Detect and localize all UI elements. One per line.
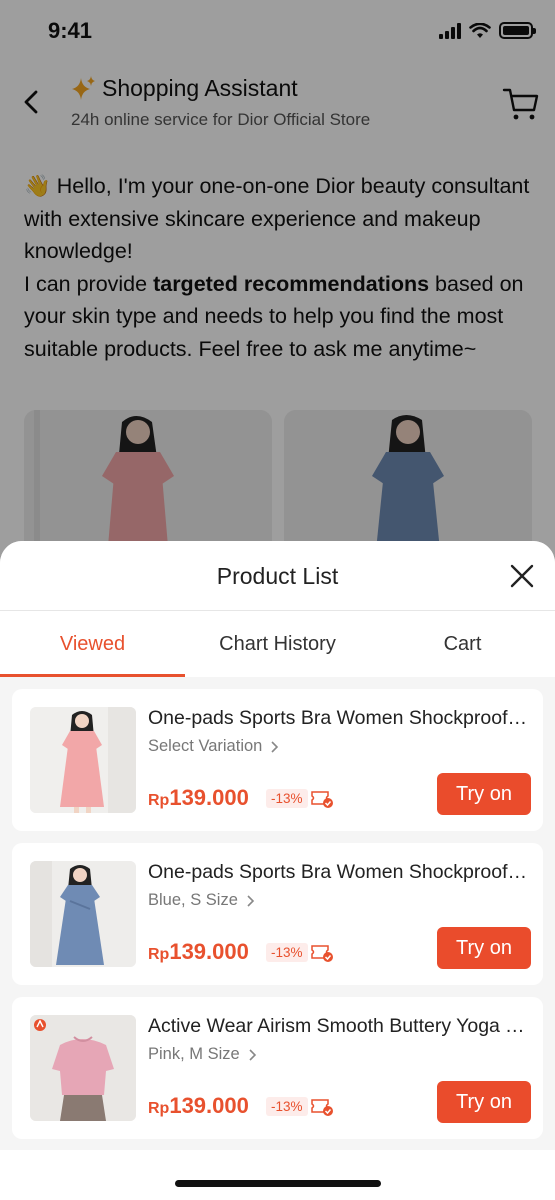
product-list: One-pads Sports Bra Women Shockproof Run… (0, 677, 555, 1139)
price-value: 139.000 (169, 1093, 249, 1118)
product-title[interactable]: One-pads Sports Bra Women Shockproof Run… (148, 707, 528, 730)
product-thumbnail[interactable] (30, 861, 136, 967)
product-title[interactable]: Active Wear Airism Smooth Buttery Yoga T… (148, 1015, 528, 1038)
tab-viewed[interactable]: Viewed (0, 611, 185, 677)
product-title[interactable]: One-pads Sports Bra Women Shockproof Run… (148, 861, 528, 884)
sheet-footer (0, 1150, 555, 1200)
try-on-button[interactable]: Try on (437, 1081, 531, 1123)
chevron-right-icon (249, 1048, 256, 1061)
tab-bar: Viewed Chart History Cart (0, 611, 555, 677)
product-thumbnail[interactable] (30, 1015, 136, 1121)
price-value: 139.000 (169, 785, 249, 810)
price-value: 139.000 (169, 939, 249, 964)
price-currency: Rp (148, 1100, 170, 1117)
product-card[interactable]: One-pads Sports Bra Women Shockproof Run… (12, 843, 543, 985)
variant-selector[interactable]: Pink, M Size (148, 1045, 257, 1064)
product-list-sheet: Product List Viewed Chart History Cart O… (0, 541, 555, 1200)
try-on-button[interactable]: Try on (437, 927, 531, 969)
variant-label: Blue, S Size (148, 891, 238, 909)
price-currency: Rp (148, 792, 170, 809)
product-card[interactable]: One-pads Sports Bra Women Shockproof Run… (12, 689, 543, 831)
product-card[interactable]: Active Wear Airism Smooth Buttery Yoga T… (12, 997, 543, 1139)
discount-badge: -13% (266, 1097, 308, 1116)
chevron-right-icon (247, 894, 255, 907)
sheet-header: Product List (0, 541, 555, 611)
home-indicator[interactable] (175, 1180, 381, 1187)
coupon-icon (311, 945, 333, 962)
price: Rp 139.000 (148, 785, 249, 811)
coupon-icon (311, 791, 333, 808)
variant-selector[interactable]: Select Variation (148, 737, 279, 756)
price: Rp 139.000 (148, 1093, 249, 1119)
product-thumbnail[interactable] (30, 707, 136, 813)
close-icon[interactable] (507, 561, 537, 591)
tab-cart[interactable]: Cart (370, 611, 555, 677)
price: Rp 139.000 (148, 939, 249, 965)
variant-selector[interactable]: Blue, S Size (148, 891, 255, 910)
coupon-icon (311, 1099, 333, 1116)
chevron-right-icon (271, 740, 279, 753)
discount-badge: -13% (266, 789, 308, 808)
variant-label: Pink, M Size (148, 1045, 240, 1063)
variant-label: Select Variation (148, 737, 263, 755)
try-on-button[interactable]: Try on (437, 773, 531, 815)
tab-chart-history[interactable]: Chart History (185, 611, 370, 677)
price-currency: Rp (148, 946, 170, 963)
sheet-title: Product List (216, 563, 339, 589)
discount-badge: -13% (266, 943, 308, 962)
